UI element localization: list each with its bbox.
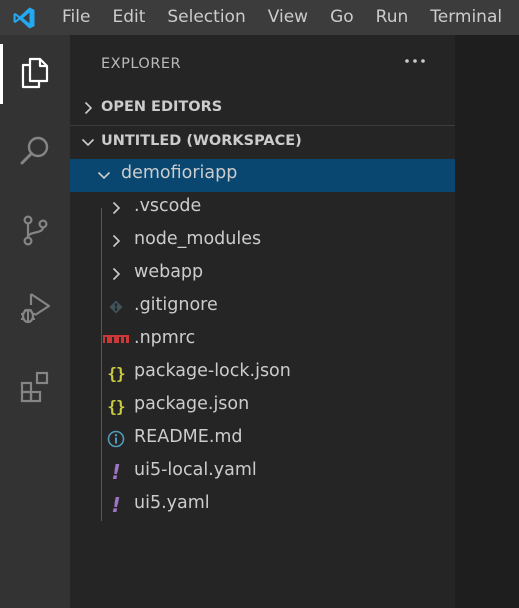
chevron-right-icon [112, 234, 121, 248]
chevron-down-icon [97, 171, 111, 180]
menu-selection[interactable]: Selection [156, 0, 256, 35]
activity-source-control[interactable] [0, 197, 70, 263]
open-editors-label: OPEN EDITORS [101, 99, 223, 115]
sidebar-title: EXPLORER [101, 56, 182, 72]
vscode-logo-icon[interactable] [0, 0, 48, 35]
open-editors-header[interactable]: OPEN EDITORS [70, 92, 455, 125]
menu-view[interactable]: View [257, 0, 319, 35]
source-control-icon [23, 215, 48, 246]
tree-root-label: demofioriapp [121, 163, 238, 183]
file-label: .gitignore [134, 295, 218, 315]
workspace-label: UNTITLED (WORKSPACE) [101, 133, 302, 149]
file-label: ui5-local.yaml [134, 460, 257, 480]
tree-file-ui5-yaml[interactable]: ! ui5.yaml [70, 489, 455, 522]
activity-explorer[interactable] [0, 40, 70, 106]
editor-area[interactable] [455, 35, 519, 608]
git-icon [105, 296, 127, 318]
tree-file-readme[interactable]: README.md [70, 423, 455, 456]
activity-bar [0, 35, 70, 608]
chevron-right-icon [112, 267, 121, 281]
activity-search[interactable] [0, 118, 70, 184]
chevron-right-icon [112, 201, 121, 215]
folder-label: webapp [134, 262, 204, 282]
info-icon [105, 428, 127, 450]
json-icon: {} [107, 363, 125, 383]
tree-folder-webapp[interactable]: webapp [70, 258, 455, 291]
activity-run-debug[interactable] [0, 275, 70, 341]
tree-file-package-lock[interactable]: {} package-lock.json [70, 357, 455, 390]
more-actions-icon[interactable] [403, 49, 427, 73]
file-label: package-lock.json [134, 361, 291, 381]
search-icon [20, 136, 49, 165]
explorer-sidebar: EXPLORER OPEN EDITORS UNTITLED (WORKSPAC… [70, 35, 455, 608]
yaml-icon: ! [111, 460, 121, 484]
json-icon: {} [107, 396, 125, 416]
tree-root-folder[interactable]: demofioriapp [70, 159, 455, 192]
tree-file-gitignore[interactable]: .gitignore [70, 291, 455, 324]
folder-label: .vscode [134, 196, 202, 216]
activity-extensions[interactable] [0, 353, 70, 419]
menu-terminal[interactable]: Terminal [419, 0, 513, 35]
tree-folder-node-modules[interactable]: node_modules [70, 225, 455, 258]
extensions-icon [20, 371, 49, 403]
tree-file-ui5-local-yaml[interactable]: ! ui5-local.yaml [70, 456, 455, 489]
chevron-right-icon [84, 101, 93, 115]
menu-go[interactable]: Go [319, 0, 365, 35]
tree-folder-vscode[interactable]: .vscode [70, 192, 455, 225]
run-debug-icon [21, 293, 51, 324]
menu-run[interactable]: Run [365, 0, 420, 35]
menu-file[interactable]: File [48, 0, 101, 35]
tree-file-package-json[interactable]: {} package.json [70, 390, 455, 423]
file-label: README.md [134, 427, 243, 447]
menu-bar: File Edit Selection View Go Run Terminal [0, 0, 519, 35]
workspace-header[interactable]: UNTITLED (WORKSPACE) [70, 126, 455, 159]
menu-edit[interactable]: Edit [101, 0, 156, 35]
folder-label: node_modules [134, 229, 262, 249]
yaml-icon: ! [111, 493, 121, 517]
npm-icon [103, 329, 129, 351]
tree-file-npmrc[interactable]: .npmrc [70, 324, 455, 357]
chevron-down-icon [81, 138, 95, 147]
file-label: ui5.yaml [134, 493, 210, 513]
file-label: .npmrc [134, 328, 196, 348]
explorer-icon [21, 57, 49, 89]
file-label: package.json [134, 394, 250, 414]
